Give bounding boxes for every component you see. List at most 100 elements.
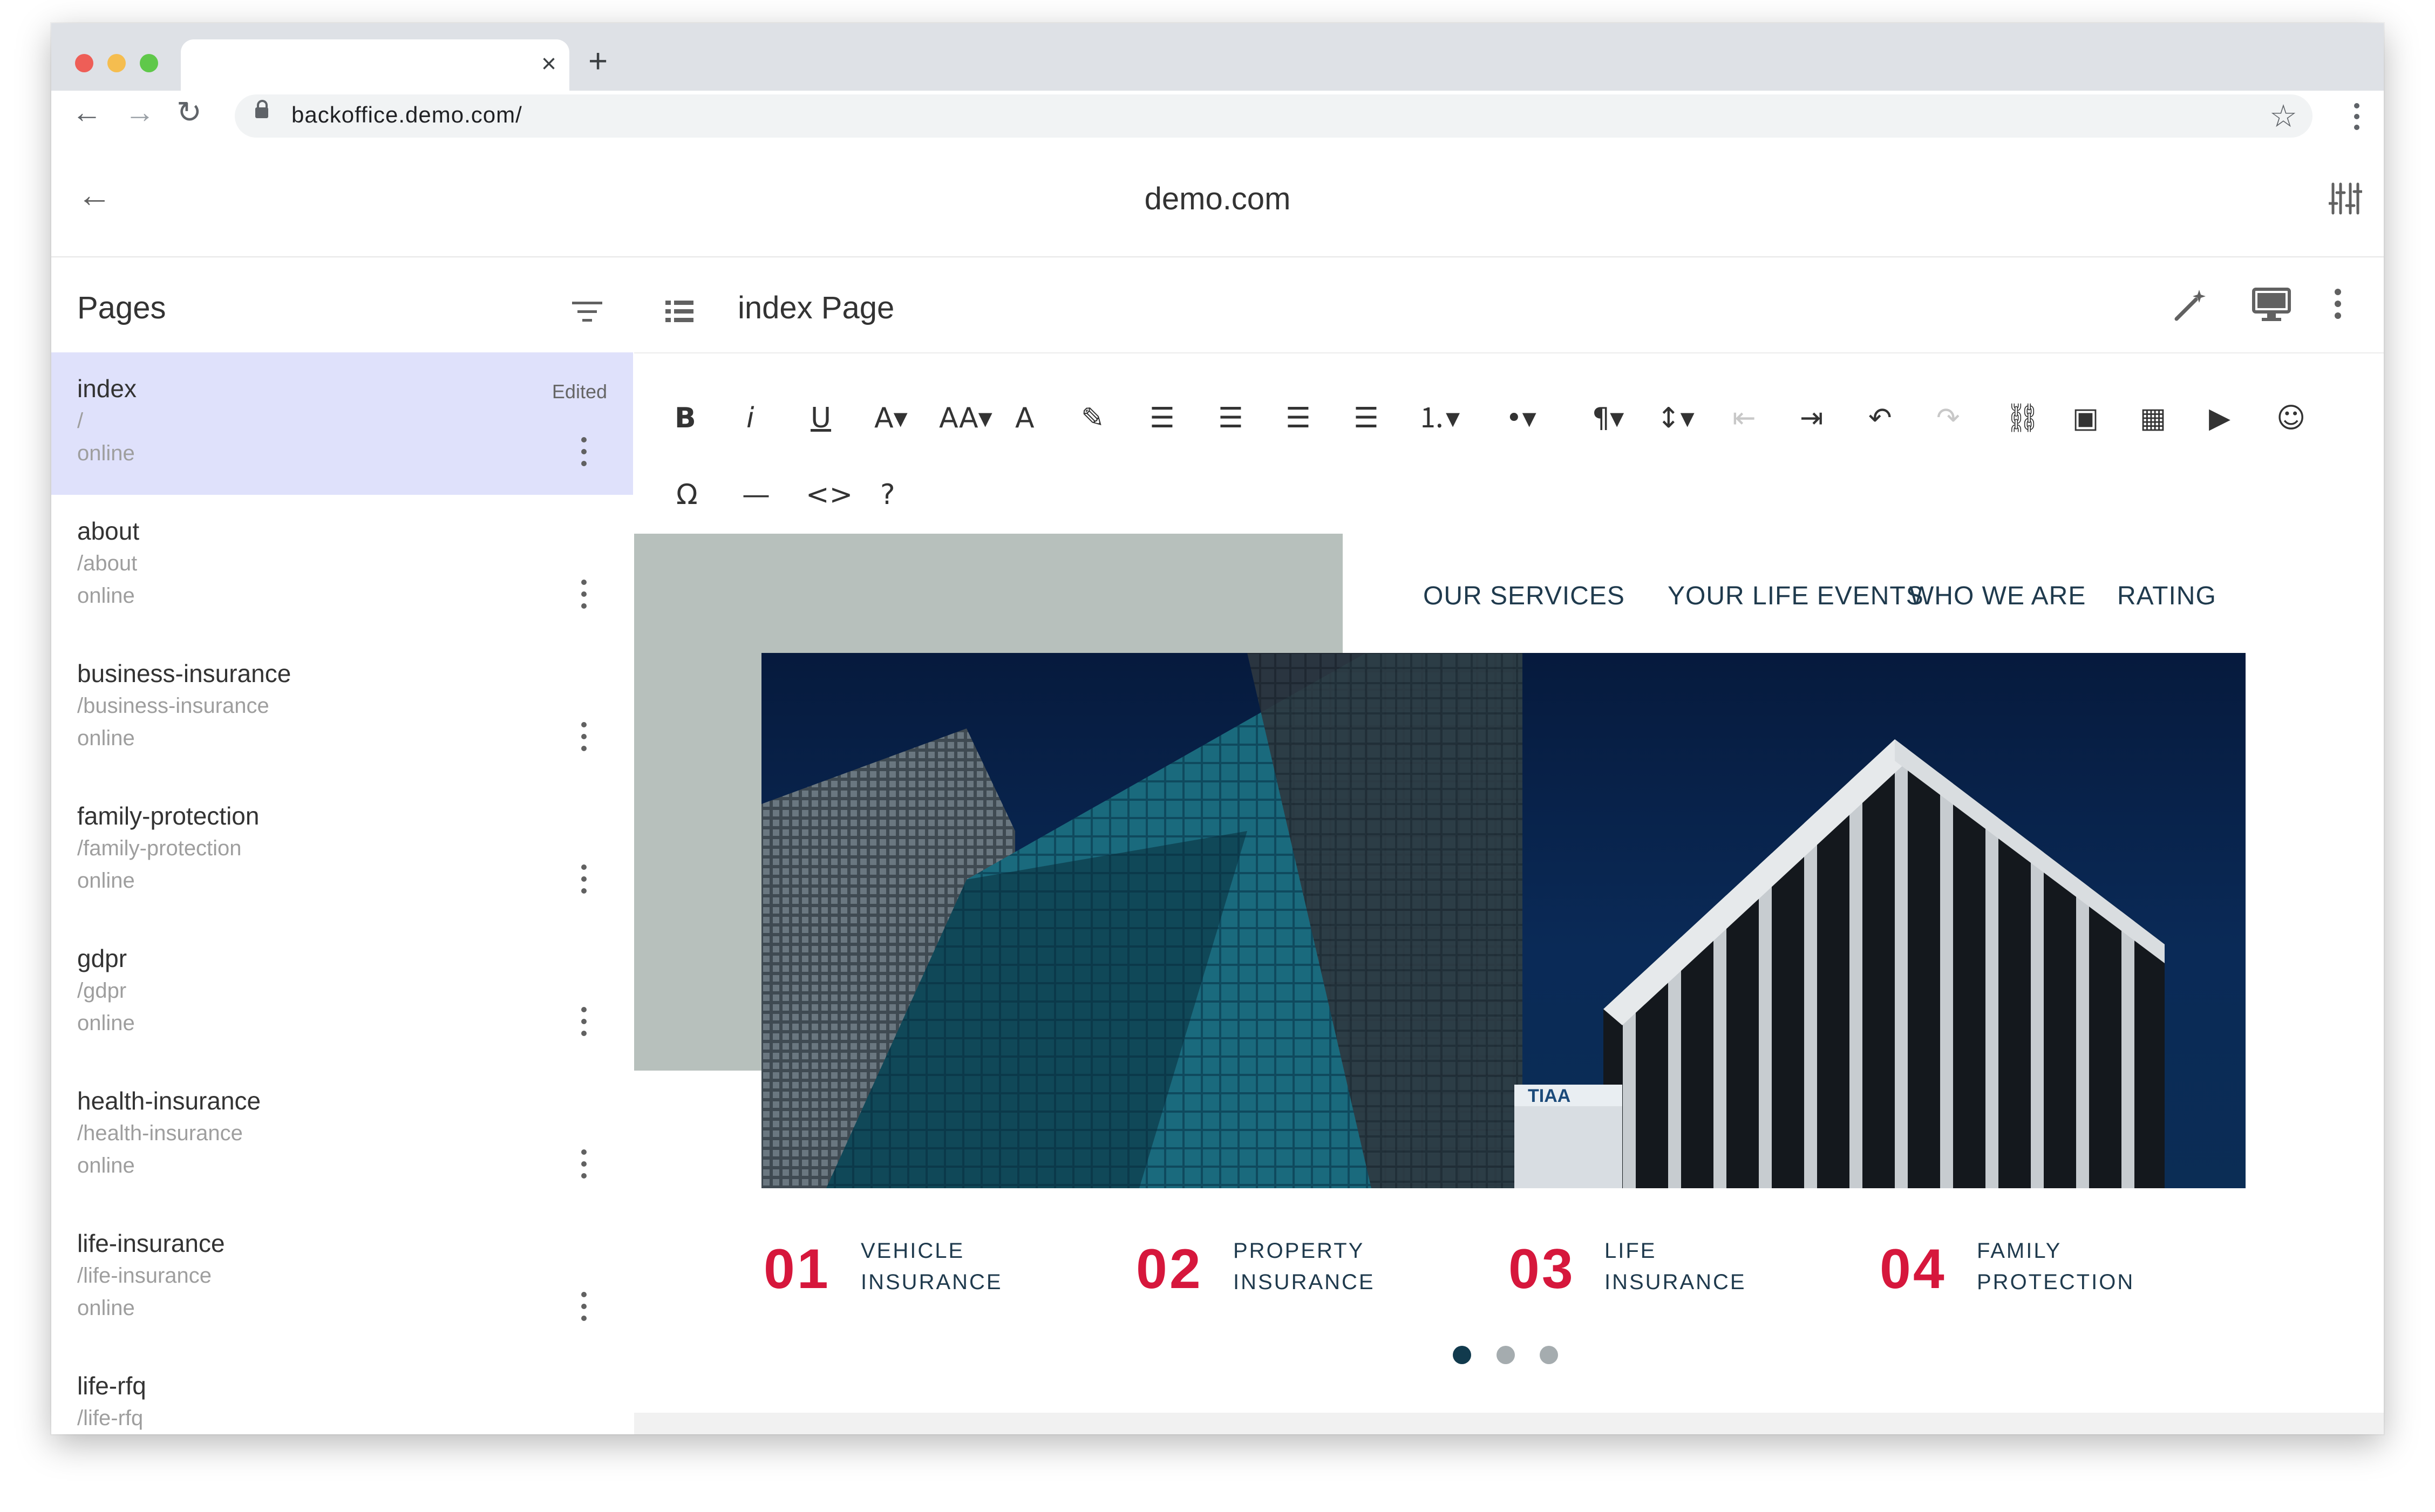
tab-close-icon[interactable]: ×	[541, 49, 556, 79]
code-view-button[interactable]: <>	[806, 481, 853, 509]
browser-toolbar: ← → ↻ backoffice.demo.com/ ☆	[51, 91, 2384, 142]
app-title: demo.com	[1144, 181, 1291, 216]
page-item-status: online	[77, 1011, 135, 1035]
editor-header: index Page	[634, 257, 2384, 353]
page-item-menu-icon[interactable]	[578, 1292, 589, 1321]
page-item-menu-icon[interactable]	[578, 1149, 589, 1179]
minimize-window-button[interactable]	[107, 54, 126, 72]
tiaa-sign: TIAA	[1528, 1086, 1570, 1106]
list-view-icon[interactable]	[665, 301, 693, 322]
feature-label[interactable]: LIFE INSURANCE	[1604, 1235, 1746, 1298]
horizontal-line-button[interactable]: —	[742, 481, 770, 509]
menu-your-life-events[interactable]: YOUR LIFE EVENTS	[1668, 581, 1924, 611]
font-size-button[interactable]: AA▾	[939, 404, 992, 432]
page-editor: index Page B i U A▾ AA▾ A ✎ ☰ ☰ ☰ ☰ ⒈▾ •…	[634, 257, 2384, 1434]
carousel-dot-2[interactable]	[1497, 1346, 1515, 1364]
insert-link-button[interactable]: ⛓	[2005, 404, 2040, 432]
text-color-button[interactable]: A	[1015, 404, 1035, 432]
browser-tab[interactable]: ×	[181, 39, 569, 91]
special-characters-button[interactable]: Ω	[676, 481, 698, 509]
font-color-button[interactable]: A▾	[874, 404, 908, 432]
ordered-list-button[interactable]: ⒈▾	[1418, 404, 1460, 432]
app-header: ← demo.com	[51, 142, 2384, 257]
page-item-path: /health-insurance	[77, 1121, 243, 1145]
reload-icon[interactable]: ↻	[176, 97, 202, 127]
menu-who-we-are[interactable]: WHO WE ARE	[1909, 581, 2086, 611]
lock-icon	[255, 100, 268, 118]
forward-arrow-icon[interactable]: →	[125, 97, 155, 127]
page-item-name: life-rfq	[77, 1372, 146, 1400]
page-item-index[interactable]: index Edited / online	[51, 352, 633, 495]
undo-button[interactable]: ↶	[1868, 404, 1892, 432]
redo-button[interactable]: ↷	[1936, 404, 1960, 432]
editor-more-icon[interactable]	[2334, 288, 2342, 326]
address-bar-url[interactable]: backoffice.demo.com/	[291, 102, 522, 128]
feature-label[interactable]: FAMILY PROTECTION	[1977, 1235, 2134, 1298]
clear-format-button[interactable]: ✎	[1081, 404, 1105, 432]
menu-our-services[interactable]: OUR SERVICES	[1423, 581, 1625, 611]
align-right-button[interactable]: ☰	[1285, 404, 1311, 432]
page-item-family-protection[interactable]: family-protection /family-protection onl…	[51, 780, 633, 922]
insert-emoji-button[interactable]: ☺	[2276, 404, 2305, 432]
indent-button[interactable]: ⇥	[1800, 404, 1824, 432]
align-center-button[interactable]: ☰	[1218, 404, 1243, 432]
carousel-dot-3[interactable]	[1540, 1346, 1558, 1364]
align-justify-button[interactable]: ☰	[1353, 404, 1379, 432]
underline-button[interactable]: U	[811, 404, 831, 432]
settings-sliders-icon[interactable]	[2328, 182, 2363, 215]
paragraph-format-button[interactable]: ¶▾	[1592, 404, 1624, 432]
page-item-business-insurance[interactable]: business-insurance /business-insurance o…	[51, 637, 633, 780]
bookmark-star-icon[interactable]: ☆	[2269, 98, 2297, 134]
desktop-preview-icon[interactable]	[2252, 288, 2291, 328]
page-item-name: business-insurance	[77, 659, 291, 687]
pages-panel-header: Pages	[51, 257, 634, 352]
page-item-menu-icon[interactable]	[578, 864, 589, 894]
maximize-window-button[interactable]	[140, 54, 158, 72]
hero-image: TIAA	[761, 653, 2246, 1188]
page-item-gdpr[interactable]: gdpr /gdpr online	[51, 922, 633, 1065]
page-item-menu-icon[interactable]	[578, 1007, 589, 1036]
help-button[interactable]: ?	[880, 481, 895, 509]
page-item-name: life-insurance	[77, 1229, 225, 1257]
page-item-life-insurance[interactable]: life-insurance /life-insurance online	[51, 1207, 633, 1350]
page-item-name: family-protection	[77, 802, 260, 830]
menu-rating[interactable]: RATING	[2117, 581, 2216, 611]
filter-icon[interactable]	[572, 301, 602, 322]
feature-number: 03	[1508, 1238, 1575, 1300]
browser-window: × + ← → ↻ backoffice.demo.com/ ☆ ← demo.…	[51, 23, 2384, 1434]
pages-panel: Pages index Edited / online about /about…	[51, 257, 635, 1434]
page-item-about[interactable]: about /about online	[51, 495, 633, 637]
browser-menu-icon[interactable]	[2354, 101, 2360, 132]
feature-label[interactable]: VEHICLE INSURANCE	[861, 1235, 1003, 1298]
page-item-health-insurance[interactable]: health-insurance /health-insurance onlin…	[51, 1065, 633, 1207]
address-bar[interactable]: backoffice.demo.com/ ☆	[235, 94, 2312, 138]
page-item-name: health-insurance	[77, 1087, 261, 1115]
page-item-menu-icon[interactable]	[578, 580, 589, 609]
page-item-life-rfq[interactable]: life-rfq /life-rfq online	[51, 1350, 633, 1434]
carousel-dot-1[interactable]	[1453, 1346, 1471, 1364]
new-tab-button[interactable]: +	[588, 45, 608, 78]
page-item-path: /gdpr	[77, 979, 127, 1003]
align-left-button[interactable]: ☰	[1150, 404, 1175, 432]
insert-table-button[interactable]: ▦	[2140, 404, 2166, 432]
pages-panel-title: Pages	[77, 290, 166, 325]
insert-video-button[interactable]: ▶	[2209, 404, 2230, 432]
page-item-status: online	[77, 441, 135, 465]
page-item-menu-icon[interactable]	[578, 722, 589, 751]
back-arrow-icon[interactable]: ←	[72, 97, 102, 127]
page-item-menu-icon[interactable]	[578, 437, 589, 466]
feature-label[interactable]: PROPERTY INSURANCE	[1233, 1235, 1375, 1298]
line-height-button[interactable]: ↕▾	[1657, 404, 1695, 432]
page-item-path: /family-protection	[77, 836, 242, 860]
page-item-path: /business-insurance	[77, 694, 269, 718]
unordered-list-button[interactable]: •▾	[1506, 404, 1536, 432]
magic-wand-icon[interactable]	[2172, 288, 2208, 329]
bold-button[interactable]: B	[675, 404, 696, 432]
page-item-name: index	[77, 374, 137, 403]
italic-button[interactable]: i	[746, 404, 754, 432]
preview-horizontal-scrollbar[interactable]	[634, 1413, 2384, 1434]
insert-image-button[interactable]: ▣	[2072, 404, 2099, 432]
feature-number: 02	[1136, 1238, 1203, 1300]
close-window-button[interactable]	[75, 54, 93, 72]
outdent-button[interactable]: ⇤	[1732, 404, 1756, 432]
